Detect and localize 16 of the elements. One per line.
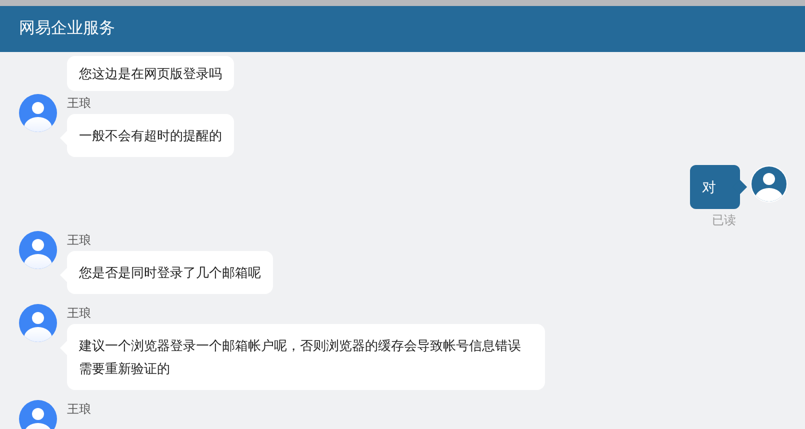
message-bubble: 您是否是同时登录了几个邮箱呢 <box>67 251 273 294</box>
sender-name: 王琅 <box>67 96 91 110</box>
message-bubble: 一般不会有超时的提醒的 <box>67 114 234 157</box>
message-bubble: 对 <box>690 165 740 209</box>
sender-name: 王琅 <box>67 306 91 320</box>
avatar-icon <box>19 304 57 342</box>
message-bubble: 建议一个浏览器登录一个邮箱帐户呢，否则浏览器的缓存会导致帐号信息错误需要重新验证的 <box>67 324 545 390</box>
message-bubble: 您这边是在网页版登录吗 <box>67 56 234 91</box>
sender-name: 王琅 <box>67 233 91 247</box>
avatar-icon <box>19 231 57 269</box>
avatar-icon <box>750 165 788 203</box>
header-title: 网易企业服务 <box>19 18 115 39</box>
avatar-icon <box>19 94 57 132</box>
avatar-icon <box>19 400 57 429</box>
sender-name: 王琅 <box>67 402 91 416</box>
read-status: 已读 <box>712 213 736 227</box>
